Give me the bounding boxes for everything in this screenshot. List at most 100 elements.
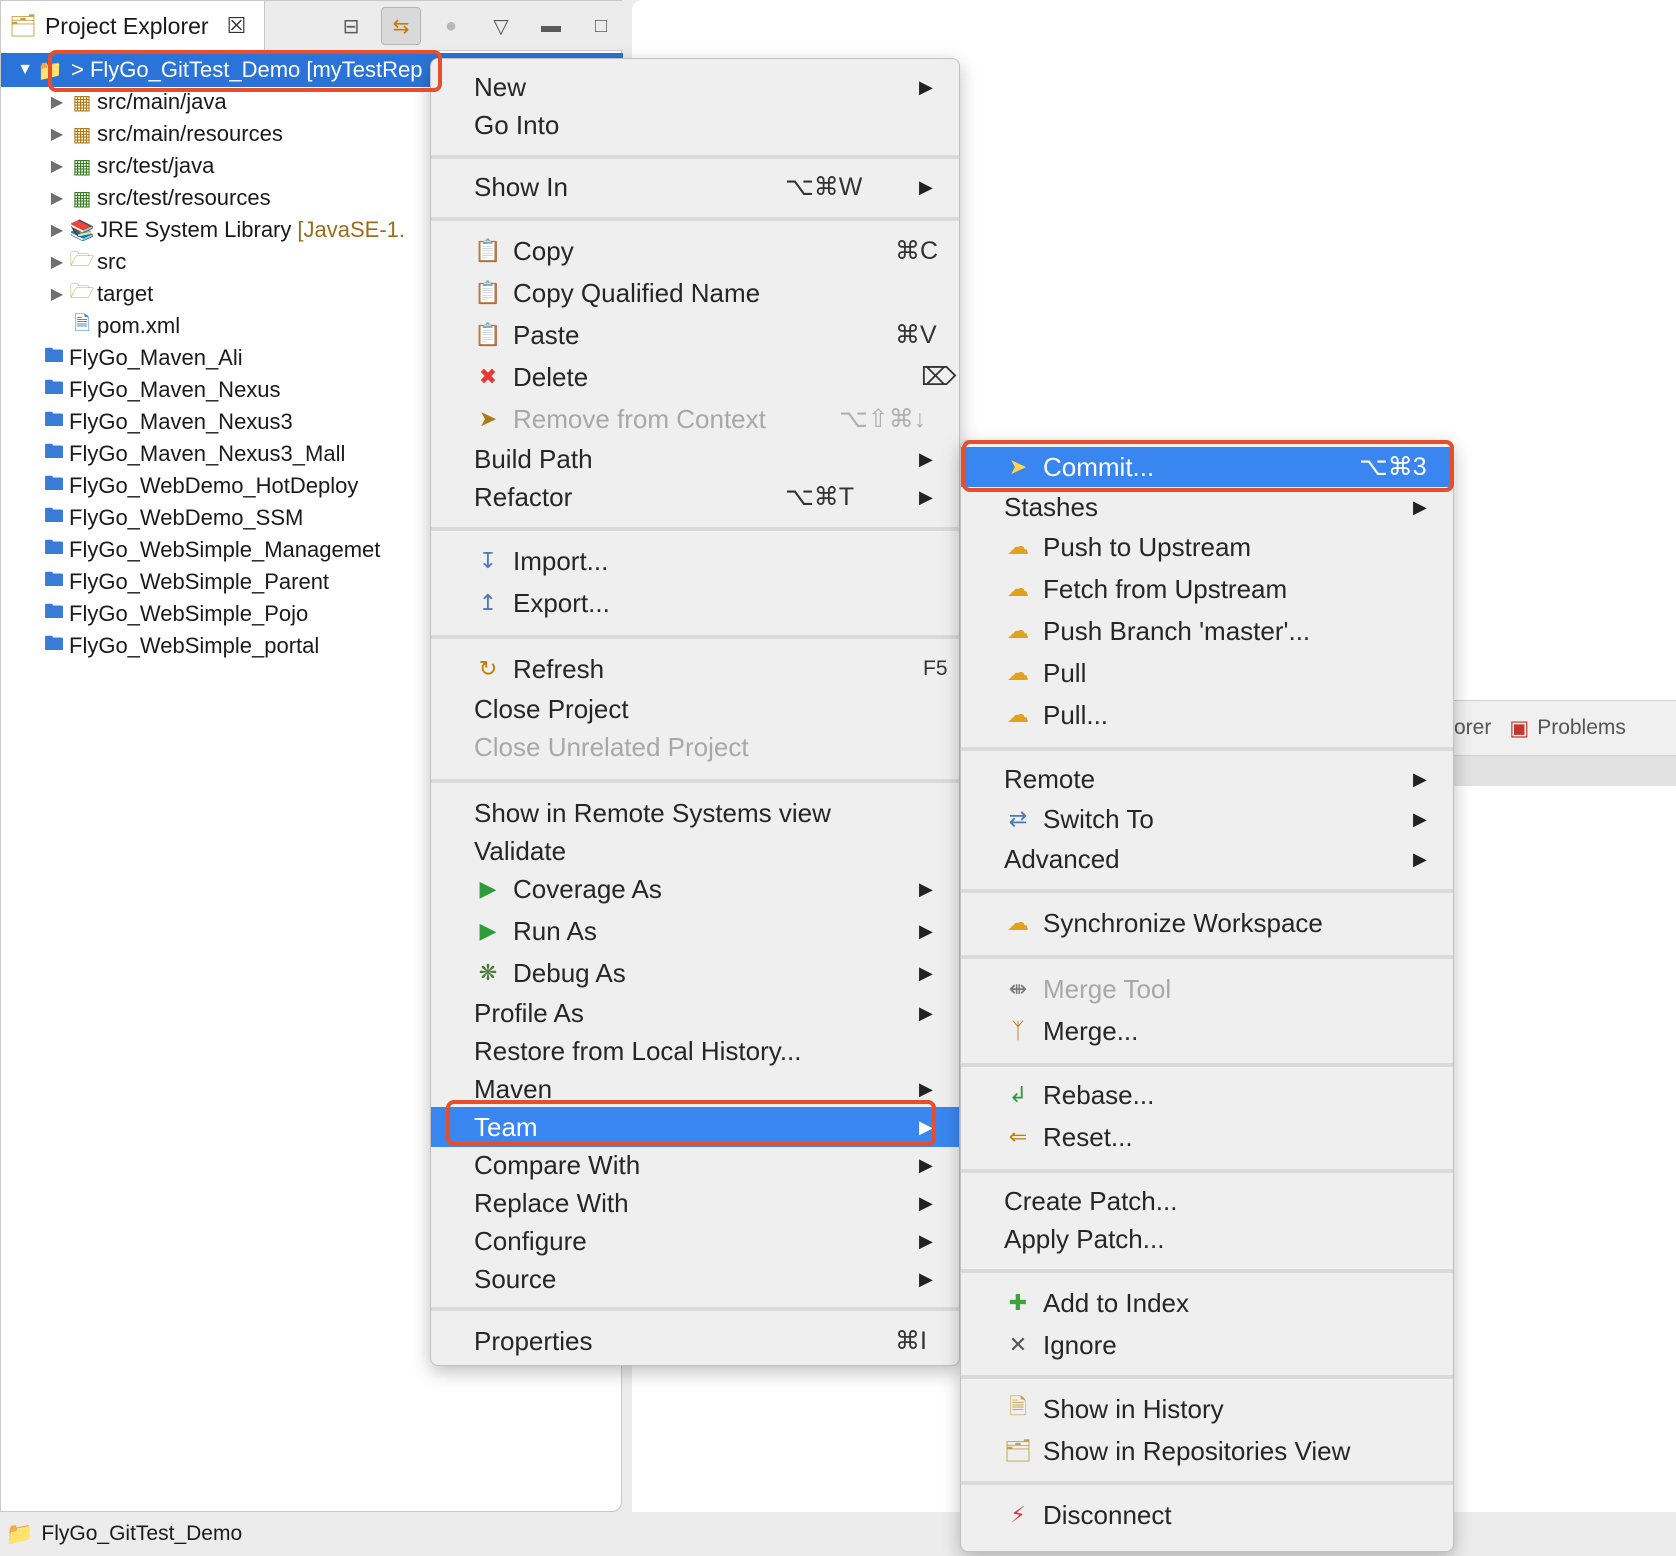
menu-item-paste[interactable]: 📋 Paste ⌘V (431, 315, 959, 355)
menu-item-commit[interactable]: ➤ Commit... ⌥⌘3 (961, 447, 1453, 487)
menu-item-validate[interactable]: Validate (431, 831, 959, 871)
menu-item-build-path[interactable]: Build Path ▶ (431, 439, 959, 479)
menu-item-apply-patch[interactable]: Apply Patch... (961, 1219, 1453, 1259)
menu-shortcut: ⌘V (895, 321, 937, 349)
project-label: FlyGo_Maven_Nexus (69, 377, 281, 402)
menu-item-replace-with[interactable]: Replace With ▶ (431, 1183, 959, 1223)
menu-item-properties[interactable]: Properties ⌘I (431, 1321, 959, 1361)
menu-item-delete[interactable]: ✖ Delete ⌦ (431, 357, 959, 397)
menu-item-restore-history[interactable]: Restore from Local History... (431, 1031, 959, 1071)
menu-item-refactor[interactable]: Refactor ⌥⌘T ▶ (431, 477, 959, 517)
menu-item-close-project[interactable]: Close Project (431, 689, 959, 729)
menu-item-pull[interactable]: ☁ Pull (961, 653, 1453, 693)
project-label: FlyGo_WebSimple_Pojo (69, 601, 309, 626)
menu-label: Copy Qualified Name (513, 277, 761, 308)
menu-item-remove-from-context[interactable]: ➤ Remove from Context ⌥⇧⌘↓ (431, 399, 959, 439)
menu-item-show-in-history[interactable]: 🗎 Show in History (961, 1389, 1453, 1429)
close-icon[interactable]: ☒ (227, 13, 247, 39)
menu-item-show-in-repositories[interactable]: 🗂 Show in Repositories View (961, 1431, 1453, 1471)
project-label: FlyGo_Maven_Nexus3 (69, 409, 293, 434)
collapsed-chevron-icon[interactable]: ▶ (47, 92, 67, 112)
focus-icon[interactable]: ● (431, 7, 471, 45)
tab-label: Project Explorer (44, 12, 209, 39)
menu-item-reset[interactable]: ⇐ Reset... (961, 1117, 1453, 1157)
menu-item-configure[interactable]: Configure ▶ (431, 1221, 959, 1261)
menu-item-ignore[interactable]: ✕ Ignore (961, 1325, 1453, 1365)
menu-item-remote[interactable]: Remote ▶ (961, 759, 1453, 799)
project-folder-icon: 🖿 (44, 409, 64, 431)
menu-item-show-in[interactable]: Show In ⌥⌘W ▶ (431, 167, 959, 207)
menu-item-create-patch[interactable]: Create Patch... (961, 1181, 1453, 1221)
menu-separator (431, 1307, 959, 1311)
menu-item-source[interactable]: Source ▶ (431, 1259, 959, 1299)
menu-item-advanced[interactable]: Advanced ▶ (961, 839, 1453, 879)
menu-item-close-unrelated[interactable]: Close Unrelated Project (431, 727, 959, 767)
menu-item-fetch-upstream[interactable]: ☁ Fetch from Upstream (961, 569, 1453, 609)
menu-item-copy[interactable]: 📋 Copy ⌘C (431, 231, 959, 271)
menu-item-merge[interactable]: ᛉ Merge... (961, 1011, 1453, 1051)
menu-label: Commit... (1043, 451, 1155, 482)
menu-item-stashes[interactable]: Stashes ▶ (961, 487, 1453, 527)
collapsed-chevron-icon[interactable]: ▶ (47, 284, 67, 304)
menu-item-show-remote[interactable]: Show in Remote Systems view (431, 793, 959, 833)
submenu-arrow-icon: ▶ (919, 76, 933, 97)
menu-item-synchronize[interactable]: ☁ Synchronize Workspace (961, 903, 1453, 943)
menu-label: Run As (513, 915, 597, 946)
menu-item-export[interactable]: ↥ Export... (431, 583, 959, 623)
menu-item-import[interactable]: ↧ Import... (431, 541, 959, 581)
debug-icon: ❋ (478, 960, 498, 985)
menu-separator (961, 889, 1453, 893)
collapsed-chevron-icon[interactable]: ▶ (47, 188, 67, 208)
collapse-all-icon[interactable]: ⊟ (331, 7, 371, 45)
project-label: FlyGo_WebDemo_HotDeploy (69, 473, 359, 498)
collapsed-chevron-icon[interactable]: ▶ (47, 124, 67, 144)
menu-item-copy-qualified-name[interactable]: 📋 Copy Qualified Name (431, 273, 959, 313)
menu-label: Advanced (1004, 843, 1120, 874)
menu-item-go-into[interactable]: Go Into (431, 105, 959, 145)
project-label: FlyGo_WebSimple_Parent (69, 569, 330, 594)
collapsed-chevron-icon[interactable]: ▶ (47, 220, 67, 240)
menu-label: Create Patch... (1004, 1185, 1178, 1216)
tab-problems[interactable]: Problems (1529, 716, 1626, 740)
menu-item-add-to-index[interactable]: ✚ Add to Index (961, 1283, 1453, 1323)
link-with-editor-icon[interactable]: ⇆ (381, 7, 421, 45)
maximize-icon[interactable]: □ (581, 7, 621, 45)
menu-item-disconnect[interactable]: ⚡ Disconnect (961, 1495, 1453, 1535)
tab-project-explorer[interactable]: 🗂 Project Explorer ☒ (1, 1, 265, 51)
menu-item-team[interactable]: Team ▶ (431, 1107, 959, 1147)
menu-label: Show in Remote Systems view (474, 797, 831, 828)
collapsed-chevron-icon[interactable]: ▶ (47, 156, 67, 176)
menu-item-merge-tool[interactable]: ⇼ Merge Tool (961, 969, 1453, 1009)
menu-label: Replace With (474, 1187, 629, 1218)
pull-icon: ☁ (1007, 660, 1029, 685)
menu-item-maven[interactable]: Maven ▶ (431, 1069, 959, 1109)
collapsed-chevron-icon[interactable]: ▶ (47, 252, 67, 272)
minimize-icon[interactable]: ▬ (531, 7, 571, 45)
project-folder-icon: 🖿 (44, 505, 64, 527)
package-folder-icon: ▦ (72, 123, 92, 146)
menu-item-rebase[interactable]: ↲ Rebase... (961, 1075, 1453, 1115)
menu-item-run-as[interactable]: ▶ Run As ▶ (431, 911, 959, 951)
project-label: FlyGo_Maven_Nexus3_Mall (69, 441, 346, 466)
menu-item-coverage-as[interactable]: ▶ Coverage As ▶ (431, 869, 959, 909)
menu-item-profile-as[interactable]: Profile As ▶ (431, 993, 959, 1033)
submenu-arrow-icon: ▶ (1413, 496, 1427, 517)
menu-separator (431, 779, 959, 783)
menu-item-pull-dialog[interactable]: ☁ Pull... (961, 695, 1453, 735)
project-label: FlyGo_WebDemo_SSM (69, 505, 304, 530)
menu-item-switch-to[interactable]: ⇄ Switch To ▶ (961, 799, 1453, 839)
view-menu-icon[interactable]: ▽ (481, 7, 521, 45)
menu-shortcut: ⌘C (895, 237, 939, 265)
expanded-chevron-icon[interactable]: ▼ (15, 61, 35, 79)
explorer-toolbar: ⊟ ⇆ ● ▽ ▬ □ (331, 7, 621, 45)
add-icon: ✚ (1008, 1290, 1028, 1315)
submenu-arrow-icon: ▶ (919, 962, 933, 983)
menu-item-new[interactable]: New ▶ (431, 67, 959, 107)
menu-item-compare-with[interactable]: Compare With ▶ (431, 1145, 959, 1185)
menu-item-push-branch[interactable]: ☁ Push Branch 'master'... (961, 611, 1453, 651)
menu-label: Remove from Context (513, 403, 766, 434)
menu-item-push-upstream[interactable]: ☁ Push to Upstream (961, 527, 1453, 567)
menu-item-debug-as[interactable]: ❋ Debug As ▶ (431, 953, 959, 993)
menu-item-refresh[interactable]: ↻ Refresh F5 (431, 649, 959, 689)
menu-label: Apply Patch... (1004, 1223, 1165, 1254)
